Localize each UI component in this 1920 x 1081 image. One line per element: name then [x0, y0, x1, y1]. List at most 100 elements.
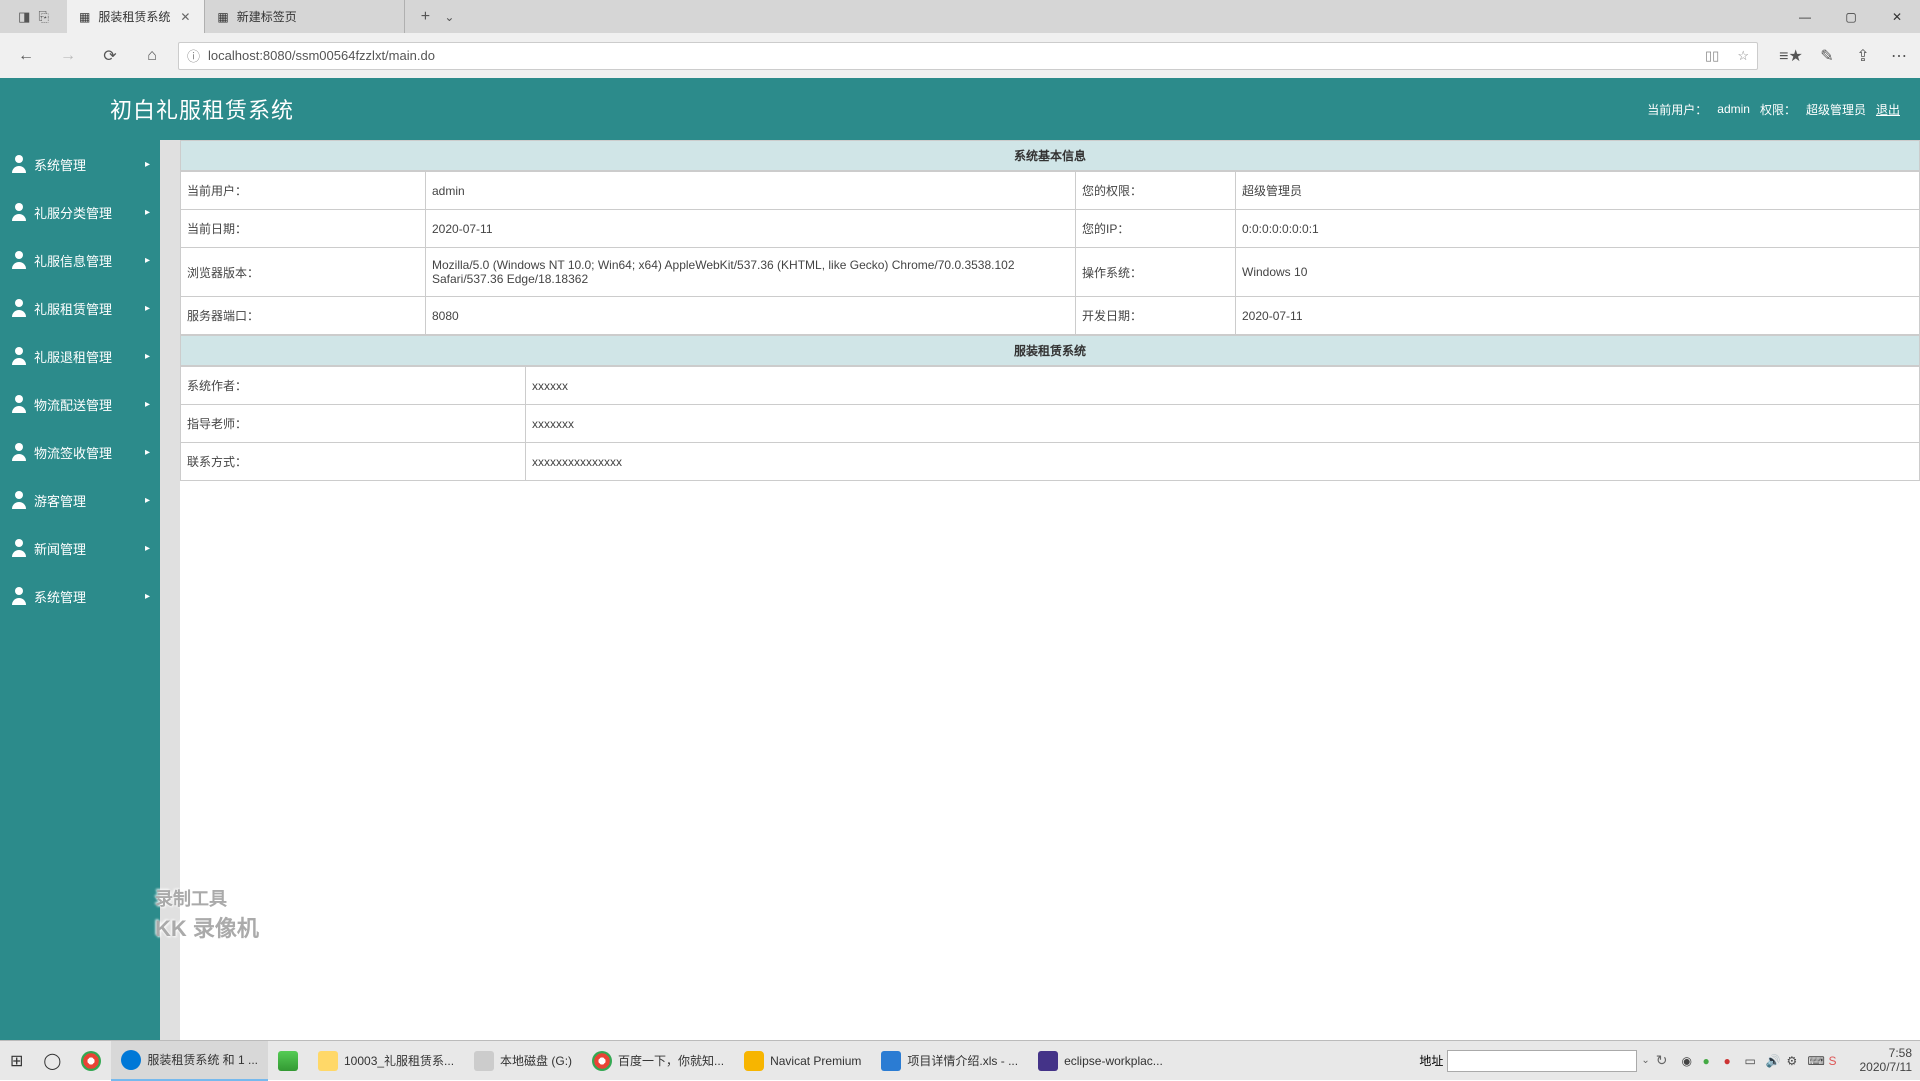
cortana-button[interactable]: ◯ — [33, 1041, 71, 1081]
taskbar-app-7[interactable]: eclipse-workplac... — [1028, 1041, 1173, 1081]
taskbar-app-2[interactable]: 10003_礼服租赁系... — [308, 1041, 464, 1081]
back-button[interactable]: ← — [10, 40, 42, 72]
sidebar-item-6[interactable]: 物流签收管理▸ — [0, 428, 160, 476]
tray-icon[interactable]: ⚙ — [1787, 1054, 1801, 1068]
table-row: 服务器端口：8080开发日期：2020-07-11 — [181, 297, 1920, 335]
app-icon — [1038, 1051, 1058, 1071]
taskbar-label: 服装租赁系统 和 1 ... — [147, 1051, 258, 1068]
sidebar-item-7[interactable]: 游客管理▸ — [0, 476, 160, 524]
sidebar-label: 系统管理 — [34, 587, 86, 606]
reader-icon[interactable]: ▯▯ — [1705, 48, 1719, 64]
start-button[interactable]: ⊞ — [0, 1041, 33, 1081]
chevron-right-icon: ▸ — [145, 543, 150, 554]
sidebar-item-8[interactable]: 新闻管理▸ — [0, 524, 160, 572]
sidebar-item-1[interactable]: 礼服分类管理▸ — [0, 188, 160, 236]
taskbar-app-1[interactable] — [268, 1041, 308, 1081]
chevron-right-icon: ▸ — [145, 303, 150, 314]
taskbar-app-6[interactable]: 项目详情介绍.xls - ... — [871, 1041, 1028, 1081]
clock[interactable]: 7:58 2020/7/11 — [1860, 1047, 1913, 1073]
cell-label: 当前日期： — [181, 210, 426, 248]
share-icon[interactable]: ⇪ — [1852, 45, 1874, 67]
cell-value: admin — [426, 172, 1076, 210]
app-icon — [121, 1050, 141, 1070]
app-body: 系统管理▸礼服分类管理▸礼服信息管理▸礼服租赁管理▸礼服退租管理▸物流配送管理▸… — [0, 140, 1920, 1040]
close-icon[interactable]: ✕ — [178, 10, 192, 24]
sidebar-item-3[interactable]: 礼服租赁管理▸ — [0, 284, 160, 332]
notes-icon[interactable]: ✎ — [1816, 45, 1838, 67]
browser-tab-0[interactable]: ▦ 服装租赁系统 ✕ — [67, 0, 205, 33]
sidebar-item-0[interactable]: 系统管理▸ — [0, 140, 160, 188]
cell-label: 联系方式： — [181, 443, 526, 481]
taskbar-label: Navicat Premium — [770, 1054, 861, 1068]
tray-icon[interactable]: S — [1829, 1054, 1843, 1068]
sidebar-item-2[interactable]: 礼服信息管理 ▸ — [0, 236, 160, 284]
new-tab-button[interactable]: + — [413, 5, 437, 29]
address-bar: ← → ⟳ ⌂ ⓘ localhost:8080/ssm00564fzzlxt/… — [0, 33, 1920, 78]
cell-label: 指导老师： — [181, 405, 526, 443]
refresh-button[interactable]: ⟳ — [94, 40, 126, 72]
taskbar-app-3[interactable]: 本地磁盘 (G:) — [464, 1041, 582, 1081]
taskbar-app-5[interactable]: Navicat Premium — [734, 1041, 871, 1081]
favorites-list-icon[interactable]: ≡★ — [1780, 45, 1802, 67]
cell-label: 您的权限： — [1076, 172, 1236, 210]
maximize-button[interactable]: ▢ — [1828, 0, 1874, 33]
forward-button[interactable]: → — [52, 40, 84, 72]
user-icon — [10, 299, 28, 317]
sidebar-item-5[interactable]: 物流配送管理▸ — [0, 380, 160, 428]
taskbar-go-icon[interactable]: ↻ — [1656, 1052, 1668, 1069]
logout-link[interactable]: 退出 — [1876, 101, 1900, 118]
sidebar-divider — [160, 140, 180, 1040]
cell-value: 0:0:0:0:0:0:0:1 — [1236, 210, 1920, 248]
tab-overflow-button[interactable]: ⌄ — [437, 5, 461, 29]
chrome-pinned[interactable] — [71, 1041, 111, 1081]
system-tray: ◉ ● ● ▭ 🔊 ⚙ ⌨ S 7:58 2020/7/11 — [1682, 1047, 1913, 1073]
site-info-icon[interactable]: ⓘ — [187, 46, 200, 65]
app-icon — [318, 1051, 338, 1071]
user-icon — [10, 203, 28, 221]
chevron-right-icon: ▸ — [145, 255, 150, 266]
user-icon — [10, 347, 28, 365]
cell-label: 服务器端口： — [181, 297, 426, 335]
tray-icon[interactable]: ● — [1703, 1054, 1717, 1068]
cell-value: xxxxxx — [526, 367, 1920, 405]
app-title: 初白礼服租赁系统 — [110, 93, 294, 125]
chevron-right-icon: ▸ — [145, 159, 150, 170]
sidebar-item-4[interactable]: 礼服退租管理▸ — [0, 332, 160, 380]
app-icon — [278, 1051, 298, 1071]
tab-favicon: ▦ — [217, 10, 228, 24]
tray-icon[interactable]: ◉ — [1682, 1054, 1696, 1068]
tab-spacer: ◨ ⎘ — [0, 0, 67, 33]
table-row: 当前日期：2020-07-11您的IP：0:0:0:0:0:0:0:1 — [181, 210, 1920, 248]
home-button[interactable]: ⌂ — [136, 40, 168, 72]
cell-label: 您的IP： — [1076, 210, 1236, 248]
tray-icon[interactable]: 🔊 — [1766, 1054, 1780, 1068]
taskbar: ⊞ ◯ 服装租赁系统 和 1 ... 10003_礼服租赁系...本地磁盘 (G:… — [0, 1040, 1920, 1080]
sidebar-label: 礼服信息管理 — [34, 251, 112, 270]
taskbar-label: 百度一下，你就知... — [618, 1052, 724, 1069]
minimize-button[interactable]: — — [1782, 0, 1828, 33]
sidebar-label: 礼服分类管理 — [34, 203, 112, 222]
browser-tab-1[interactable]: ▦ 新建标签页 — [205, 0, 405, 33]
url-input[interactable]: ⓘ localhost:8080/ssm00564fzzlxt/main.do … — [178, 42, 1758, 70]
toolbar-right: ≡★ ✎ ⇪ ⋯ — [1780, 45, 1910, 67]
taskbar-app-4[interactable]: 百度一下，你就知... — [582, 1041, 734, 1081]
app-header: 初白礼服租赁系统 当前用户： admin 权限： 超级管理员 退出 — [0, 78, 1920, 140]
taskbar-address-input[interactable] — [1447, 1050, 1637, 1072]
user-label: 当前用户： — [1647, 101, 1707, 118]
tray-icon[interactable]: ▭ — [1745, 1054, 1759, 1068]
tray-icon[interactable]: ⌨ — [1808, 1054, 1822, 1068]
cell-value: 8080 — [426, 297, 1076, 335]
role-label: 权限： — [1760, 101, 1796, 118]
sidebar-item-9[interactable]: 系统管理▸ — [0, 572, 160, 620]
chevron-right-icon: ▸ — [145, 447, 150, 458]
info-table-1: 当前用户：admin您的权限：超级管理员当前日期：2020-07-11您的IP：… — [180, 171, 1920, 335]
user-icon — [10, 587, 28, 605]
more-icon[interactable]: ⋯ — [1888, 45, 1910, 67]
taskbar-app-0[interactable]: 服装租赁系统 和 1 ... — [111, 1041, 268, 1081]
tray-icon[interactable]: ● — [1724, 1054, 1738, 1068]
cell-label: 开发日期： — [1076, 297, 1236, 335]
close-window-button[interactable]: ✕ — [1874, 0, 1920, 33]
favorite-icon[interactable]: ☆ — [1737, 48, 1749, 64]
content: 系统基本信息 当前用户：admin您的权限：超级管理员当前日期：2020-07-… — [180, 140, 1920, 1040]
clock-time: 7:58 — [1860, 1047, 1913, 1060]
